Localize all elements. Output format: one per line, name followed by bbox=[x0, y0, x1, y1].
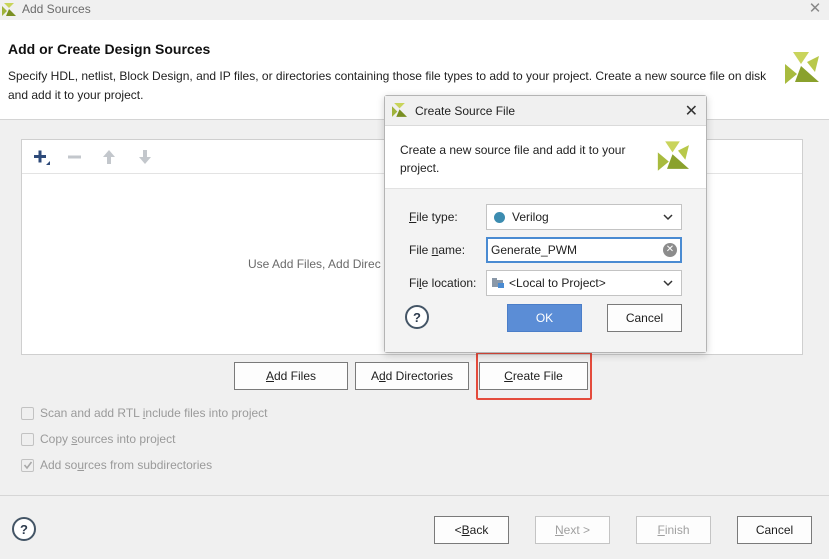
add-directories-label-key: d bbox=[378, 369, 386, 383]
move-down-icon[interactable] bbox=[134, 146, 156, 168]
help-icon[interactable]: ? bbox=[12, 517, 36, 541]
file-type-value: Verilog bbox=[512, 210, 549, 224]
file-location-value: <Local to Project> bbox=[509, 276, 606, 290]
add-files-button[interactable]: Add Files bbox=[234, 362, 348, 390]
add-directories-label-post: d Directories bbox=[385, 369, 454, 383]
add-files-label-key: A bbox=[265, 369, 274, 383]
checkbox-label: Add sources from subdirectories bbox=[40, 458, 213, 472]
clear-text-icon[interactable]: ✕ bbox=[663, 243, 677, 257]
vivado-logo-icon bbox=[657, 141, 689, 171]
vivado-logo-icon bbox=[785, 52, 819, 84]
checkbox-box bbox=[21, 458, 34, 472]
copy-sources-checkbox[interactable]: Copy sources into project bbox=[21, 431, 175, 447]
create-file-highlight bbox=[476, 352, 592, 400]
remove-icon[interactable] bbox=[64, 146, 86, 168]
vivado-app-icon bbox=[2, 3, 16, 16]
chevron-down-icon bbox=[663, 214, 673, 221]
checkbox-box bbox=[21, 432, 34, 446]
file-name-label: File name: bbox=[409, 243, 466, 257]
dialog-cancel-button[interactable]: Cancel bbox=[607, 304, 682, 332]
next-button[interactable]: Next > bbox=[535, 516, 610, 544]
add-subdirectories-checkbox[interactable]: Add sources from subdirectories bbox=[21, 457, 212, 473]
vivado-dialog-icon bbox=[392, 103, 407, 117]
empty-list-message: Use Add Files, Add Direc bbox=[248, 257, 381, 271]
dialog-close-icon[interactable]: ✕ bbox=[685, 101, 698, 121]
folder-icon bbox=[492, 278, 504, 288]
ok-button[interactable]: OK bbox=[507, 304, 582, 332]
file-type-label: File type: bbox=[409, 210, 458, 224]
checkmark-icon bbox=[23, 461, 32, 470]
add-directories-button[interactable]: Add Directories bbox=[355, 362, 469, 390]
window-title-bar: Add Sources ✕ bbox=[0, 0, 829, 20]
cancel-button[interactable]: Cancel bbox=[737, 516, 812, 544]
file-name-value: Generate_PWM bbox=[491, 243, 578, 257]
dialog-help-icon[interactable]: ? bbox=[405, 305, 429, 329]
add-directories-label-pre: A bbox=[370, 369, 379, 383]
dialog-description: Create a new source file and add it to y… bbox=[400, 143, 626, 175]
add-icon[interactable] bbox=[30, 146, 52, 168]
page-title: Add or Create Design Sources bbox=[8, 41, 211, 57]
chevron-down-icon bbox=[663, 280, 673, 287]
checkbox-label: Copy sources into project bbox=[40, 432, 176, 446]
create-source-file-dialog: Create Source File ✕ Create a new source… bbox=[384, 95, 707, 353]
file-location-select[interactable]: <Local to Project> bbox=[486, 270, 682, 296]
scan-rtl-include-checkbox[interactable]: Scan and add RTL include files into proj… bbox=[21, 405, 268, 421]
move-up-icon[interactable] bbox=[98, 146, 120, 168]
dialog-title-bar: Create Source File ✕ bbox=[385, 96, 706, 126]
finish-button[interactable]: Finish bbox=[636, 516, 711, 544]
checkbox-label: Scan and add RTL include files into proj… bbox=[40, 406, 268, 420]
file-name-input[interactable]: Generate_PWM ✕ bbox=[486, 237, 682, 263]
checkbox-box bbox=[21, 406, 34, 420]
dialog-title: Create Source File bbox=[415, 104, 516, 118]
footer-divider bbox=[0, 495, 829, 496]
back-button[interactable]: < Back bbox=[434, 516, 509, 544]
close-window-icon[interactable]: ✕ bbox=[807, 0, 823, 18]
verilog-icon bbox=[494, 211, 505, 223]
file-location-label: File location: bbox=[409, 276, 477, 290]
add-files-label-post: dd Files bbox=[273, 369, 317, 383]
window-title: Add Sources bbox=[22, 2, 91, 16]
file-type-select[interactable]: Verilog bbox=[486, 204, 682, 230]
dialog-form: File type: Verilog File name: Generate_P… bbox=[385, 189, 706, 352]
